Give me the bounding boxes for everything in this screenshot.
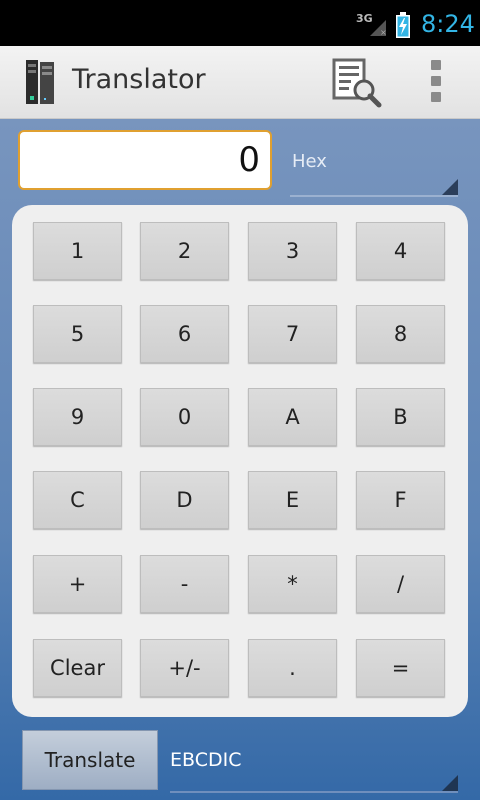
action-bar: Translator — [0, 46, 480, 119]
dropdown-triangle-icon — [442, 179, 458, 195]
status-bar: 3G × 8:24 — [0, 0, 480, 46]
spinner-underline — [290, 195, 458, 197]
key-button[interactable]: B — [356, 388, 445, 446]
signal-icon: × — [370, 20, 386, 36]
main-content: 0 Hex 1 2 3 4 5 6 7 8 9 0 A B C D E F + - * / Clear +/-. = Tra… — [0, 119, 480, 800]
key-button[interactable]: 8 — [356, 305, 445, 363]
key-button[interactable]: + — [33, 555, 122, 613]
key-button[interactable]: . — [248, 639, 337, 697]
key-button[interactable]: Clear — [33, 639, 122, 697]
key-button[interactable]: 5 — [33, 305, 122, 363]
overflow-menu-icon[interactable] — [426, 60, 446, 106]
from-format-label: Hex — [292, 151, 327, 172]
svg-text:×: × — [380, 28, 386, 36]
key-button[interactable]: F — [356, 471, 445, 529]
key-button[interactable]: E — [248, 471, 337, 529]
keypad: 1 2 3 4 5 6 7 8 9 0 A B C D E F + - * / Clear +/-. = — [12, 205, 468, 717]
clock: 8:24 — [421, 10, 475, 38]
key-button[interactable]: D — [140, 471, 229, 529]
key-button[interactable]: * — [248, 555, 337, 613]
key-button[interactable]: C — [33, 471, 122, 529]
to-format-select[interactable]: EBCDIC — [170, 735, 458, 793]
key-button[interactable]: / — [356, 555, 445, 613]
key-button[interactable]: 9 — [33, 388, 122, 446]
translate-button[interactable]: Translate — [22, 730, 158, 790]
value-input[interactable]: 0 — [18, 130, 272, 190]
key-button[interactable]: +/- — [140, 639, 229, 697]
dropdown-triangle-icon — [442, 775, 458, 791]
document-search-icon[interactable] — [332, 58, 382, 108]
key-button[interactable]: = — [356, 639, 445, 697]
spinner-underline — [170, 791, 458, 793]
key-button[interactable]: 6 — [140, 305, 229, 363]
to-format-label: EBCDIC — [170, 749, 242, 771]
app-title: Translator — [72, 64, 206, 95]
key-button[interactable]: 3 — [248, 222, 337, 280]
key-button[interactable]: - — [140, 555, 229, 613]
key-button[interactable]: 4 — [356, 222, 445, 280]
key-button[interactable]: 1 — [33, 222, 122, 280]
key-button[interactable]: A — [248, 388, 337, 446]
battery-charging-icon — [396, 12, 410, 38]
key-button[interactable]: 0 — [140, 388, 229, 446]
from-format-select[interactable]: Hex — [290, 145, 458, 197]
key-button[interactable]: 7 — [248, 305, 337, 363]
key-button[interactable]: 2 — [140, 222, 229, 280]
server-tower-icon — [26, 60, 54, 104]
